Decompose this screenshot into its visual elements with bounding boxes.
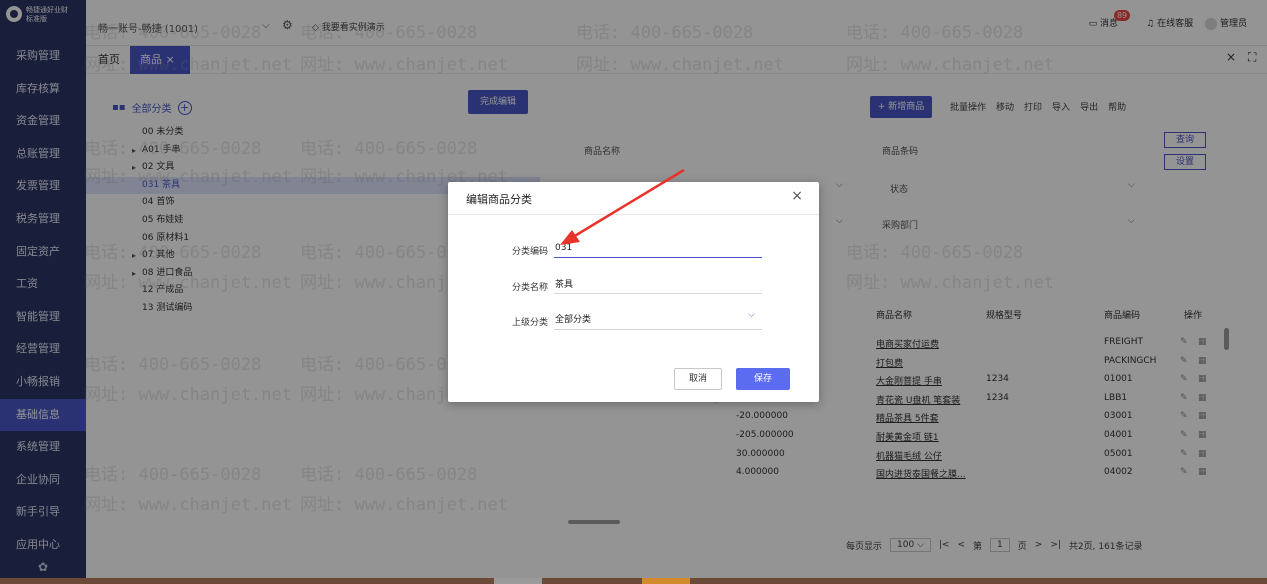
arrow-shaft [567, 168, 685, 242]
taskbar-item[interactable] [494, 578, 542, 584]
taskbar [0, 578, 1267, 584]
taskbar-item[interactable] [642, 578, 690, 584]
annotation-arrow-icon [560, 168, 685, 245]
arrow-head [560, 230, 580, 245]
